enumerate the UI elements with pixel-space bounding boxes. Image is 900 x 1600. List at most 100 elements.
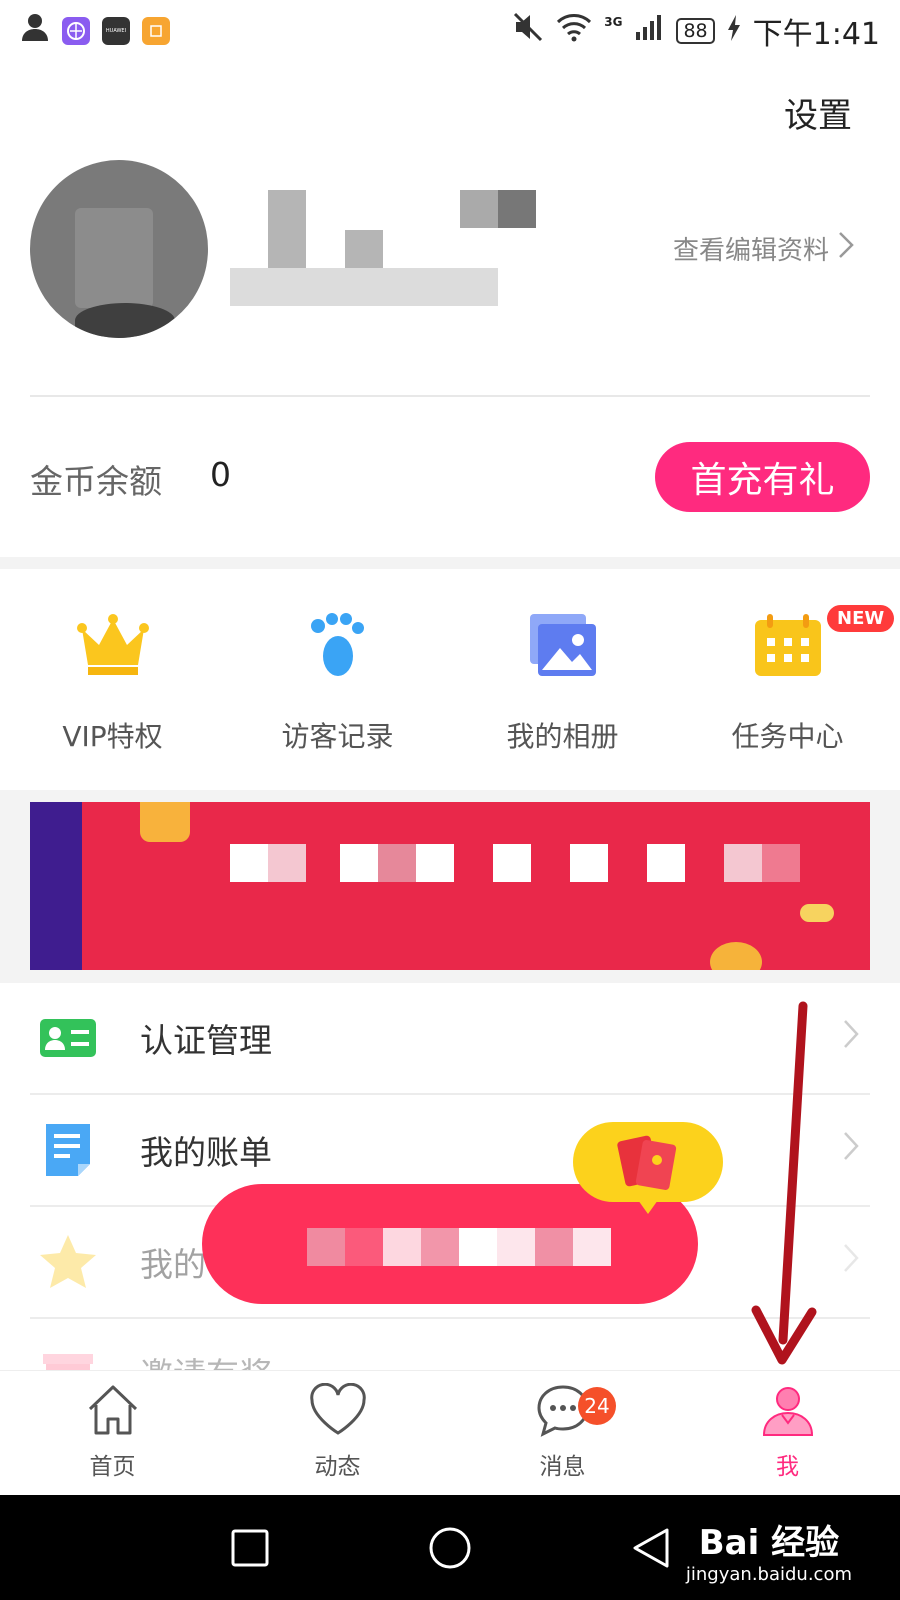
- menu-label: 认证管理: [140, 1021, 272, 1060]
- banner-coin-icon: [140, 802, 190, 842]
- footprint-icon: [298, 605, 378, 685]
- clock: 下午1:41: [752, 17, 880, 52]
- chevron-right-icon: [842, 1242, 860, 1283]
- signal-icon: [634, 12, 664, 50]
- first-recharge-button[interactable]: 首充有礼: [655, 442, 870, 512]
- calendar-icon: [748, 605, 828, 685]
- person-icon: [20, 12, 50, 50]
- baidu-watermark: Bai 经验 jingyan.baidu.com: [686, 1515, 852, 1585]
- tab-label: 动态: [314, 1454, 361, 1480]
- id-card-icon: [38, 1008, 98, 1068]
- username-blur: [498, 190, 536, 228]
- huawei-icon: HUAWEI: [102, 17, 130, 45]
- username-blur: [460, 190, 498, 228]
- shortcut-vip[interactable]: VIP特权: [0, 605, 225, 755]
- coin-balance-value: 0: [210, 455, 231, 494]
- username-blur: [268, 190, 306, 268]
- promo-banner[interactable]: [30, 802, 870, 970]
- banner-text-blur: [570, 844, 608, 882]
- tab-moments[interactable]: 动态: [225, 1382, 450, 1481]
- home-icon: [86, 1383, 140, 1441]
- popup-text-blur: [535, 1228, 573, 1266]
- settings-button[interactable]: 设置: [784, 88, 852, 137]
- menu-item-invite[interactable]: 邀请有奖: [30, 1318, 870, 1370]
- avatar[interactable]: [30, 160, 208, 338]
- shortcut-visitors[interactable]: 访客记录: [225, 605, 450, 755]
- chevron-right-icon: [842, 1018, 860, 1059]
- avatar-blur: [75, 208, 153, 308]
- shortcut-label: VIP特权: [62, 720, 163, 753]
- banner-text-blur: [493, 844, 531, 882]
- huawei-label: HUAWEI: [105, 28, 127, 34]
- edit-profile-label: 查看编辑资料: [672, 236, 829, 266]
- banner-edge: [30, 802, 82, 970]
- popup-pointer: [638, 1200, 658, 1214]
- battery-indicator: 88: [676, 18, 715, 44]
- tab-label: 我: [776, 1454, 799, 1480]
- shortcut-label: 访客记录: [281, 720, 394, 753]
- chevron-right-icon: [842, 1130, 860, 1171]
- banner-text-blur: [268, 844, 306, 882]
- bill-icon: [38, 1120, 98, 1180]
- shortcut-album[interactable]: 我的相册: [450, 605, 675, 755]
- profile-icon: [760, 1383, 816, 1441]
- shortcut-label: 任务中心: [731, 720, 844, 753]
- recent-apps-button[interactable]: [227, 1525, 273, 1571]
- user-id-blur: [230, 268, 498, 306]
- chevron-right-icon: [837, 230, 855, 267]
- tab-me[interactable]: 我: [675, 1383, 900, 1481]
- menu-label: 我的账单: [140, 1133, 272, 1172]
- profile-screen: HUAWEI 3G 88 下午1:41 设置 查看编辑资料 金币余额 0 首充有…: [0, 0, 900, 1600]
- new-badge: NEW: [827, 605, 895, 632]
- avatar-shoulders: [75, 303, 175, 338]
- charging-icon: [727, 14, 741, 49]
- popup-text-blur: [459, 1228, 497, 1266]
- shortcut-tasks[interactable]: 任务中心 NEW: [675, 605, 900, 755]
- banner-text-blur: [378, 844, 416, 882]
- heart-icon: [308, 1382, 368, 1441]
- popup-text-blur: [421, 1228, 459, 1266]
- tab-home[interactable]: 首页: [0, 1383, 225, 1481]
- popup-text-blur: [573, 1228, 611, 1266]
- banner-coin-icon: [710, 942, 762, 970]
- coin-balance-label: 金币余额: [30, 462, 162, 501]
- banner-text-blur: [724, 844, 762, 882]
- back-button[interactable]: [628, 1525, 674, 1571]
- red-packet-icon[interactable]: [573, 1122, 723, 1214]
- menu-item-verification[interactable]: 认证管理: [30, 982, 870, 1094]
- banner-text-blur: [230, 844, 268, 882]
- popup-text-blur: [307, 1228, 345, 1266]
- section-gap: [0, 557, 900, 569]
- star-icon: [38, 1232, 98, 1292]
- banner-toggle-icon: [800, 904, 834, 922]
- browser-icon: [62, 17, 90, 45]
- banner-text-blur: [340, 844, 378, 882]
- home-button[interactable]: [427, 1525, 473, 1571]
- username-blur: [345, 230, 383, 268]
- unread-badge: 24: [578, 1387, 616, 1425]
- wifi-icon: [556, 12, 592, 50]
- popup-text-blur: [497, 1228, 535, 1266]
- gift-app-icon: [142, 17, 170, 45]
- status-bar: HUAWEI 3G 88 下午1:41: [0, 0, 900, 62]
- album-icon: [523, 605, 603, 685]
- bottom-tab-bar: 首页 动态 消息 24 我: [0, 1370, 900, 1495]
- mute-icon: [512, 12, 544, 50]
- divider: [30, 395, 870, 397]
- tab-messages[interactable]: 消息 24: [450, 1383, 675, 1481]
- tab-label: 首页: [89, 1454, 136, 1480]
- gift-icon: [38, 1348, 98, 1370]
- popup-text-blur: [383, 1228, 421, 1266]
- banner-text-blur: [416, 844, 454, 882]
- network-label: 3G: [604, 15, 623, 29]
- red-packet-popup-button[interactable]: [202, 1184, 698, 1304]
- banner-text-blur: [647, 844, 685, 882]
- banner-text-blur: [762, 844, 800, 882]
- popup-text-blur: [345, 1228, 383, 1266]
- watermark-logo: Bai 经验: [698, 1523, 840, 1563]
- edit-profile-link[interactable]: 查看编辑资料: [673, 230, 855, 267]
- shortcut-label: 我的相册: [506, 720, 619, 753]
- menu-label: 我的: [140, 1245, 206, 1284]
- crown-icon: [73, 605, 153, 685]
- system-nav-bar: Bai 经验 jingyan.baidu.com: [0, 1495, 900, 1600]
